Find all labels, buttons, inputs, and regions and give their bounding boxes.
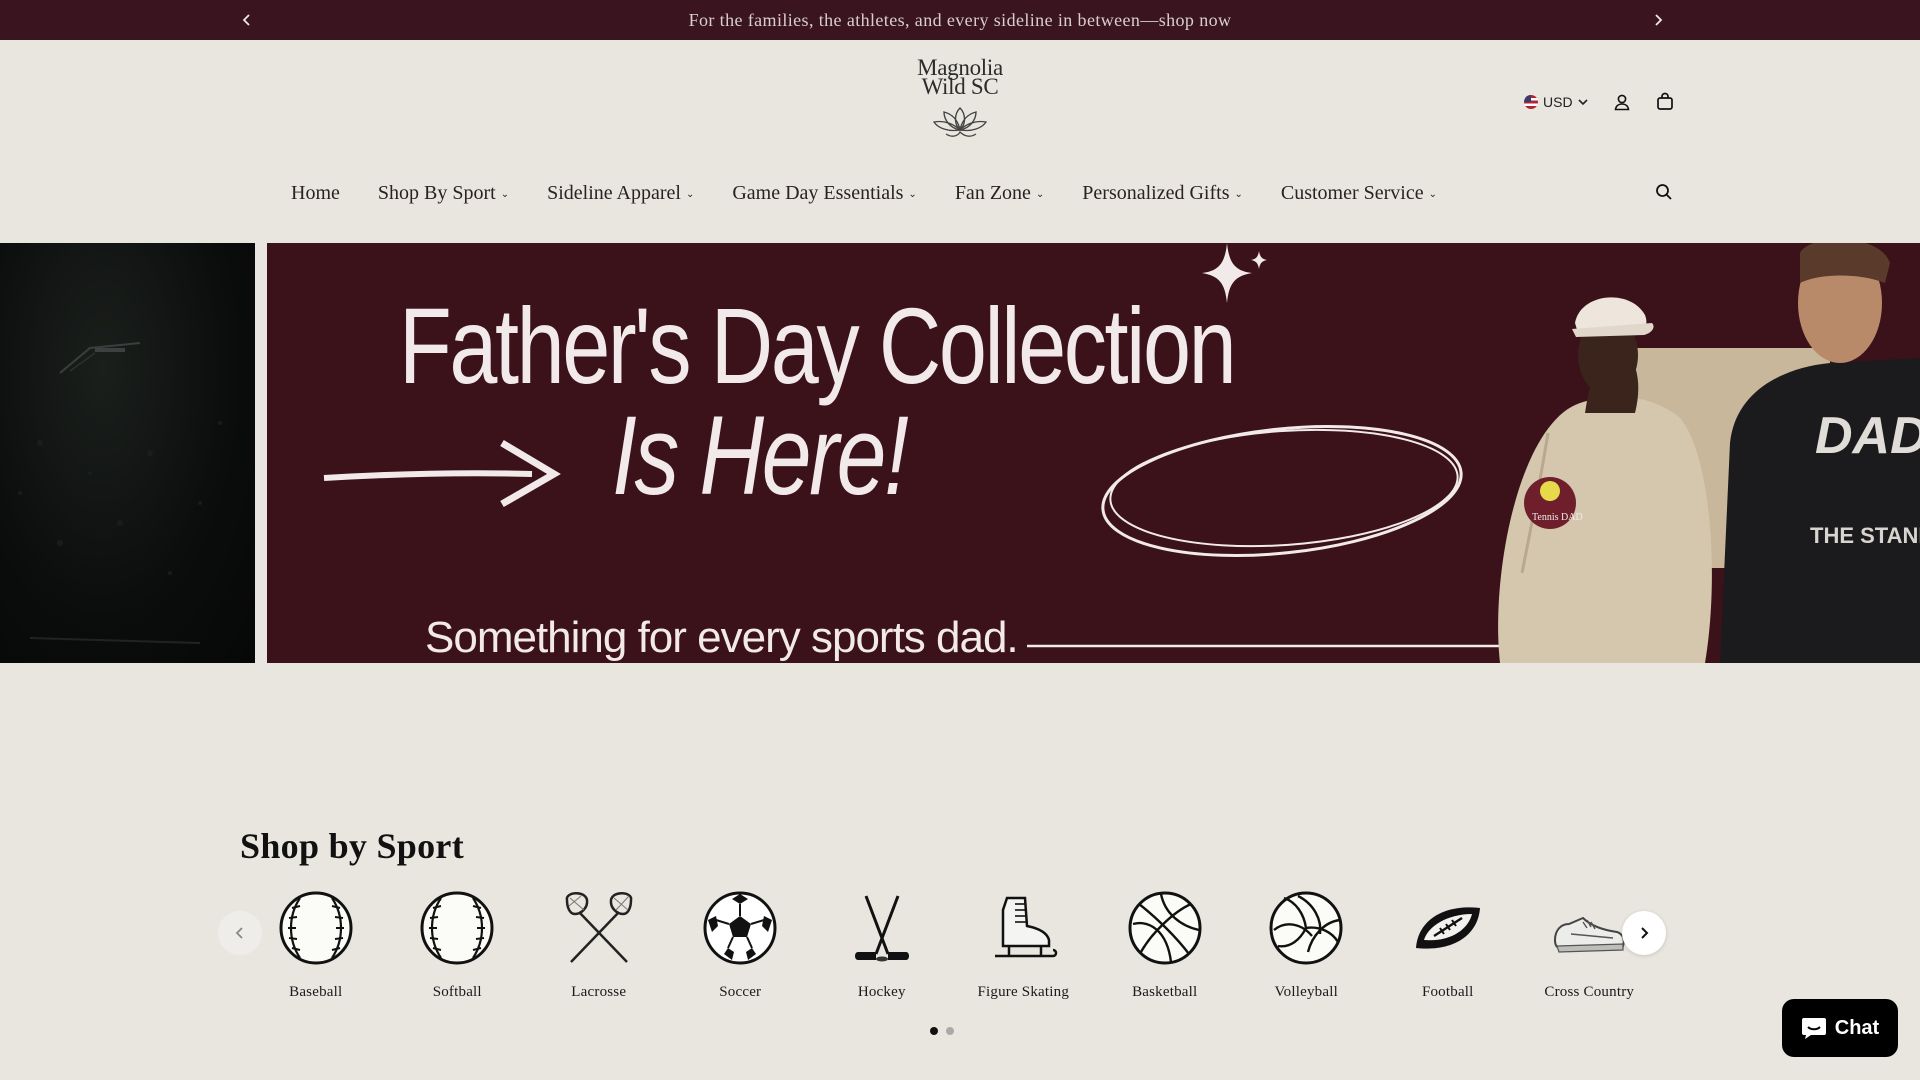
carousel-next-button[interactable] xyxy=(1622,911,1666,955)
hero-banner-fathers-day[interactable]: Father's Day Collection Is Here! Somethi… xyxy=(267,243,1920,663)
nav-item-customer-service[interactable]: Customer Service ⌄ xyxy=(1281,182,1437,205)
header-tools: USD xyxy=(1524,90,1588,114)
hero-slideshow: Father's Day Collection Is Here! Somethi… xyxy=(0,243,1920,663)
sport-item-lacrosse[interactable]: Lacrosse xyxy=(528,888,670,1001)
football-icon xyxy=(1415,907,1480,949)
sport-label: Cross Country xyxy=(1544,984,1635,1000)
chat-bubble-icon xyxy=(1801,1018,1826,1039)
nav-label: Game Day Essentials xyxy=(732,181,904,204)
nav-item-personalized-gifts[interactable]: Personalized Gifts ⌄ xyxy=(1082,182,1243,205)
basketball-icon xyxy=(1128,891,1202,965)
ice-skate-icon xyxy=(995,896,1058,958)
sport-label: Softball xyxy=(432,984,482,1000)
nav-item-sideline-apparel[interactable]: Sideline Apparel ⌄ xyxy=(547,182,694,205)
chevron-left-icon xyxy=(242,14,250,26)
hockey-sticks-icon xyxy=(854,895,909,962)
nav-label: Home xyxy=(291,181,340,204)
sport-item-football[interactable]: Football xyxy=(1377,888,1519,1001)
carousel-dot-1[interactable] xyxy=(930,1027,938,1035)
chevron-down-icon: ⌄ xyxy=(1234,189,1243,200)
soccer-ball-icon xyxy=(703,891,777,965)
announcement-prev-button[interactable] xyxy=(235,8,259,32)
carousel-dot-2[interactable] xyxy=(946,1027,954,1035)
carousel-pagination xyxy=(930,1027,954,1035)
chevron-down-icon: ⌄ xyxy=(1035,189,1045,200)
search-icon xyxy=(1656,184,1672,200)
nav-item-fan-zone[interactable]: Fan Zone ⌄ xyxy=(955,182,1044,205)
sport-item-baseball[interactable]: Baseball xyxy=(245,888,387,1001)
sport-label: Lacrosse xyxy=(571,984,627,1000)
site-logo[interactable]: Magnolia Wild SC xyxy=(910,56,1010,145)
nav-item-shop-by-sport[interactable]: Shop By Sport ⌄ xyxy=(378,182,509,205)
models-photo: Tennis DAD DAD THE STANDARD xyxy=(1480,243,1920,663)
sport-label: Soccer xyxy=(719,984,762,1000)
softball-icon xyxy=(420,891,494,965)
chevron-down-icon: ⌄ xyxy=(908,189,917,200)
hero-previous-slide[interactable] xyxy=(0,243,255,663)
baseball-icon xyxy=(279,891,353,965)
shirt-print-text-2: THE STANDARD xyxy=(1810,523,1920,548)
shop-by-sport-title: Shop by Sport xyxy=(240,826,464,866)
chat-label: Chat xyxy=(1834,1016,1880,1039)
shirt-print-text-1: DAD xyxy=(1815,407,1920,465)
stadium-night-image xyxy=(18,342,222,644)
sport-label: Basketball xyxy=(1132,984,1198,1000)
nav-label: Sideline Apparel xyxy=(547,181,681,204)
sport-item-soccer[interactable]: Soccer xyxy=(670,888,812,1001)
chat-button[interactable]: Chat xyxy=(1782,999,1898,1057)
main-nav: Home Shop By Sport ⌄ Sideline Apparel ⌄ Ga… xyxy=(291,178,1475,208)
nav-item-home[interactable]: Home xyxy=(291,182,340,205)
chevron-right-icon xyxy=(1641,927,1649,939)
us-flag-icon xyxy=(1524,95,1538,109)
sport-item-volleyball[interactable]: Volleyball xyxy=(1236,888,1378,1001)
announcement-text[interactable]: For the families, the athletes, and ever… xyxy=(689,10,1232,31)
chevron-down-icon xyxy=(1577,99,1588,106)
nav-label: Fan Zone xyxy=(954,181,1031,204)
sport-label: Volleyball xyxy=(1274,984,1338,1000)
cart-icon xyxy=(1657,92,1673,110)
sport-label: Figure Skating xyxy=(977,984,1070,1000)
search-button[interactable] xyxy=(1655,183,1677,205)
subtitle-rule xyxy=(1027,644,1507,648)
hero-title-line2: Is Here! xyxy=(612,393,909,518)
running-shoe-icon xyxy=(1554,916,1625,953)
hero-title-line1: Father's Day Collection xyxy=(399,285,1237,406)
sport-label: Football xyxy=(1421,984,1474,1000)
magnolia-flower-icon xyxy=(932,107,988,137)
chevron-down-icon: ⌄ xyxy=(500,189,510,200)
announcement-next-button[interactable] xyxy=(1646,8,1670,32)
chevron-right-icon xyxy=(1655,14,1663,26)
sport-label: Baseball xyxy=(289,984,343,1000)
nav-item-game-day-essentials[interactable]: Game Day Essentials ⌄ xyxy=(732,182,916,205)
chevron-left-icon xyxy=(235,927,243,939)
currency-selector[interactable]: USD xyxy=(1524,94,1588,110)
cart-button[interactable] xyxy=(1654,90,1676,112)
account-button[interactable] xyxy=(1611,91,1633,113)
currency-label: USD xyxy=(1543,94,1573,110)
nav-label: Shop By Sport xyxy=(377,181,496,204)
chevron-down-icon: ⌄ xyxy=(685,189,695,200)
scribble-ellipse-icon xyxy=(1101,425,1463,557)
sport-carousel: Baseball Softball Lacrosse Soccer Hockey… xyxy=(245,888,1660,1001)
account-icon xyxy=(1614,94,1630,111)
announcement-bar: For the families, the athletes, and ever… xyxy=(0,0,1920,40)
nav-label: Customer Service xyxy=(1280,181,1424,204)
sport-label: Hockey xyxy=(857,984,906,1000)
sport-item-basketball[interactable]: Basketball xyxy=(1094,888,1236,1001)
logo-text-line2: Wild SC xyxy=(921,74,999,99)
arrow-right-icon xyxy=(323,439,561,508)
chevron-down-icon: ⌄ xyxy=(1428,189,1438,200)
sport-item-softball[interactable]: Softball xyxy=(387,888,529,1001)
nav-label: Personalized Gifts xyxy=(1082,181,1230,204)
sport-item-hockey[interactable]: Hockey xyxy=(811,888,953,1001)
lacrosse-icon xyxy=(565,892,633,963)
sport-item-figure-skating[interactable]: Figure Skating xyxy=(953,888,1095,1001)
hero-subtitle: Something for every sports dad. xyxy=(425,613,1019,662)
volleyball-icon xyxy=(1269,891,1343,965)
hoodie-print-text: Tennis DAD xyxy=(1532,512,1583,523)
